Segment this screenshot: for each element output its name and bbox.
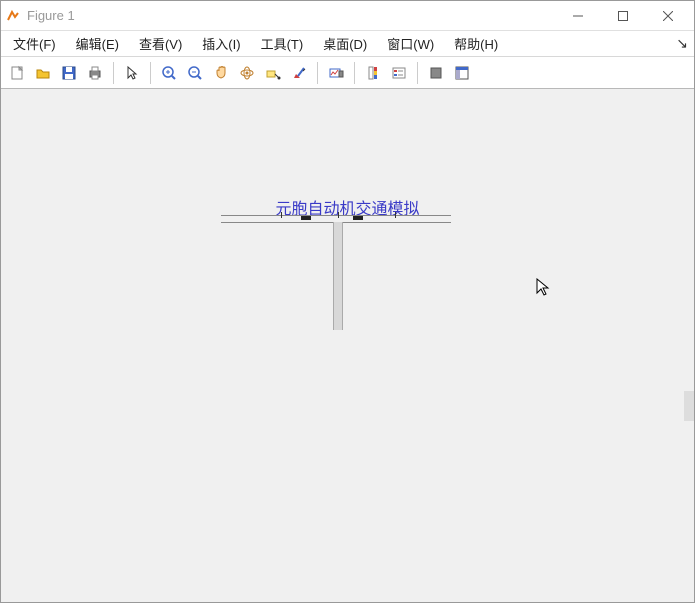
mouse-cursor-icon: [536, 278, 552, 301]
minimize-button[interactable]: [555, 2, 600, 30]
zoom-in-button[interactable]: [157, 61, 181, 85]
open-button[interactable]: [31, 61, 55, 85]
hide-tools-button[interactable]: [424, 61, 448, 85]
menu-view[interactable]: 查看(V): [129, 31, 192, 56]
scrollbar-thumb[interactable]: [684, 391, 694, 421]
matlab-logo-icon: [5, 8, 21, 24]
pan-button[interactable]: [209, 61, 233, 85]
pointer-button[interactable]: [120, 61, 144, 85]
vehicle-marker: [353, 216, 363, 220]
axis-tick: [338, 212, 339, 218]
menu-tools[interactable]: 工具(T): [251, 31, 314, 56]
toolbar-separator: [113, 62, 114, 84]
toolbar-separator: [354, 62, 355, 84]
save-button[interactable]: [57, 61, 81, 85]
menu-file[interactable]: 文件(F): [3, 31, 66, 56]
close-button[interactable]: [645, 2, 690, 30]
menu-window[interactable]: 窗口(W): [377, 31, 444, 56]
vehicle-marker: [301, 216, 311, 220]
window-controls: [555, 2, 690, 30]
zoom-out-button[interactable]: [183, 61, 207, 85]
toolbar-separator: [317, 62, 318, 84]
legend-button[interactable]: [387, 61, 411, 85]
dock-button[interactable]: [450, 61, 474, 85]
new-file-button[interactable]: [5, 61, 29, 85]
toolbar: [1, 57, 694, 89]
menubar: 文件(F) 编辑(E) 查看(V) 插入(I) 工具(T) 桌面(D) 窗口(W…: [1, 31, 694, 57]
link-plots-button[interactable]: [324, 61, 348, 85]
rotate-button[interactable]: [235, 61, 259, 85]
figure-canvas[interactable]: 元胞自动机交通模拟: [1, 91, 694, 602]
menu-help[interactable]: 帮助(H): [444, 31, 508, 56]
brush-button[interactable]: [287, 61, 311, 85]
axis-tick: [281, 212, 282, 218]
maximize-button[interactable]: [600, 2, 645, 30]
colorbar-button[interactable]: [361, 61, 385, 85]
toolbar-separator: [150, 62, 151, 84]
menu-desktop[interactable]: 桌面(D): [313, 31, 377, 56]
menu-insert[interactable]: 插入(I): [192, 31, 250, 56]
toolbar-separator: [417, 62, 418, 84]
titlebar: Figure 1: [1, 1, 694, 31]
menu-edit[interactable]: 编辑(E): [66, 31, 129, 56]
window-title: Figure 1: [27, 8, 555, 23]
data-cursor-button[interactable]: [261, 61, 285, 85]
toolbar-flyout-icon[interactable]: ↘: [676, 35, 688, 52]
axis-tick: [395, 212, 396, 218]
vertical-road: [333, 222, 343, 330]
print-button[interactable]: [83, 61, 107, 85]
